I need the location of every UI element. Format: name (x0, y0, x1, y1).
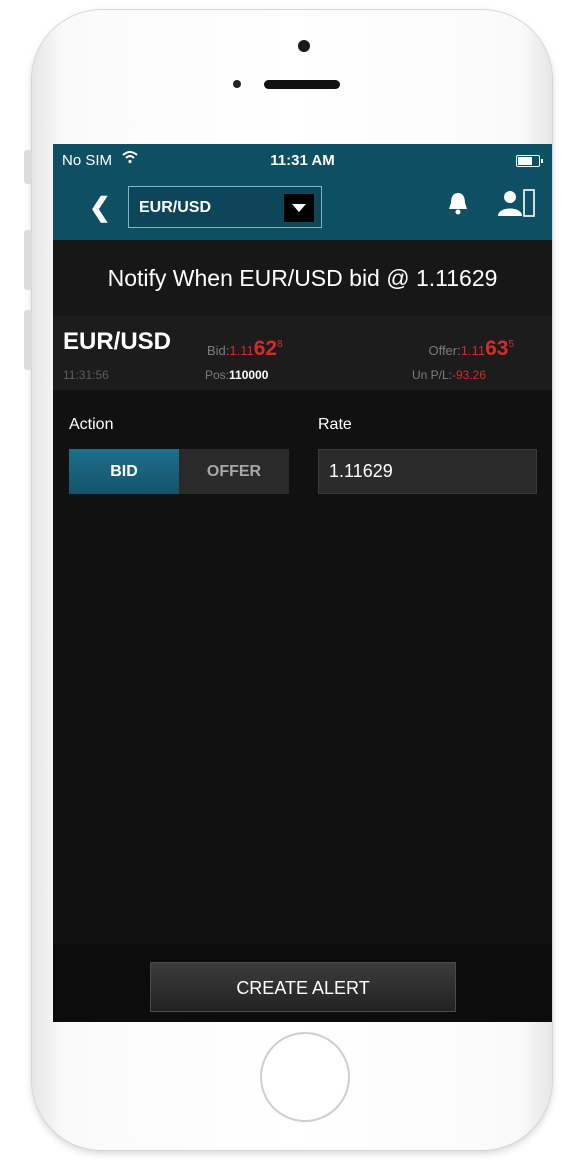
home-button[interactable] (260, 1032, 350, 1122)
position-label: Pos: (205, 368, 230, 382)
pl-label: Un P/L: (411, 368, 452, 382)
front-camera (298, 40, 310, 52)
bid-pipette: 8 (277, 339, 283, 350)
pl-value: -93.26 (451, 368, 486, 382)
offer-label: Offer: (428, 343, 461, 358)
offer-price: Offer:1.11635 (428, 337, 514, 361)
bell-icon[interactable] (447, 190, 469, 216)
chevron-down-icon[interactable] (284, 194, 314, 222)
symbol-dropdown[interactable]: EUR/USD (128, 186, 322, 228)
action-label: Action (69, 416, 114, 433)
mute-switch (24, 150, 32, 184)
symbol-dropdown-value: EUR/USD (139, 199, 212, 216)
bid-prefix: 1.11 (229, 343, 254, 358)
proximity-sensor (233, 80, 241, 88)
quote-time: 11:31:56 (63, 368, 109, 382)
quote-panel: EUR/USD 11:31:56 Bid:1.11628 Offer:1.116… (53, 316, 552, 390)
offer-prefix: 1.11 (460, 343, 486, 358)
quote-symbol: EUR/USD (63, 328, 172, 355)
offer-big-figure: 63 (485, 337, 509, 360)
bid-option-button[interactable]: BID (69, 449, 179, 494)
earpiece-speaker (264, 80, 340, 89)
position: Pos:110000 (205, 368, 268, 382)
offer-option-button[interactable]: OFFER (179, 449, 289, 494)
bid-big-figure: 62 (253, 337, 278, 360)
alert-description: Notify When EUR/USD bid @ 1.11629 (53, 240, 552, 316)
status-time: 11:31 AM (270, 152, 335, 169)
chevron-left-icon[interactable]: ❮ (89, 192, 111, 223)
account-icon[interactable] (493, 188, 537, 218)
volume-down-button (24, 310, 32, 370)
volume-up-button (24, 230, 32, 290)
offer-pipette: 5 (508, 339, 514, 350)
navigation-bar: ❮ EUR/USD (53, 184, 552, 234)
unrealized-pl: Un P/L:-93.26 (412, 368, 486, 382)
app-screen: No SIM 11:31 AM ❮ EUR/USD Notify When EU… (53, 144, 552, 1022)
rate-input[interactable]: 1.11629 (318, 449, 537, 494)
bid-label: Bid: (207, 343, 230, 358)
bid-price: Bid:1.11628 (207, 337, 283, 361)
status-bar: No SIM 11:31 AM (53, 144, 552, 178)
position-value: 110000 (229, 368, 269, 382)
create-alert-button[interactable]: CREATE ALERT (150, 962, 456, 1012)
rate-label: Rate (318, 416, 352, 433)
header: No SIM 11:31 AM ❮ EUR/USD (53, 144, 552, 240)
action-segmented-control: BID OFFER (69, 449, 289, 494)
battery-icon (516, 155, 543, 167)
bottom-bar: CREATE ALERT (53, 944, 552, 1022)
